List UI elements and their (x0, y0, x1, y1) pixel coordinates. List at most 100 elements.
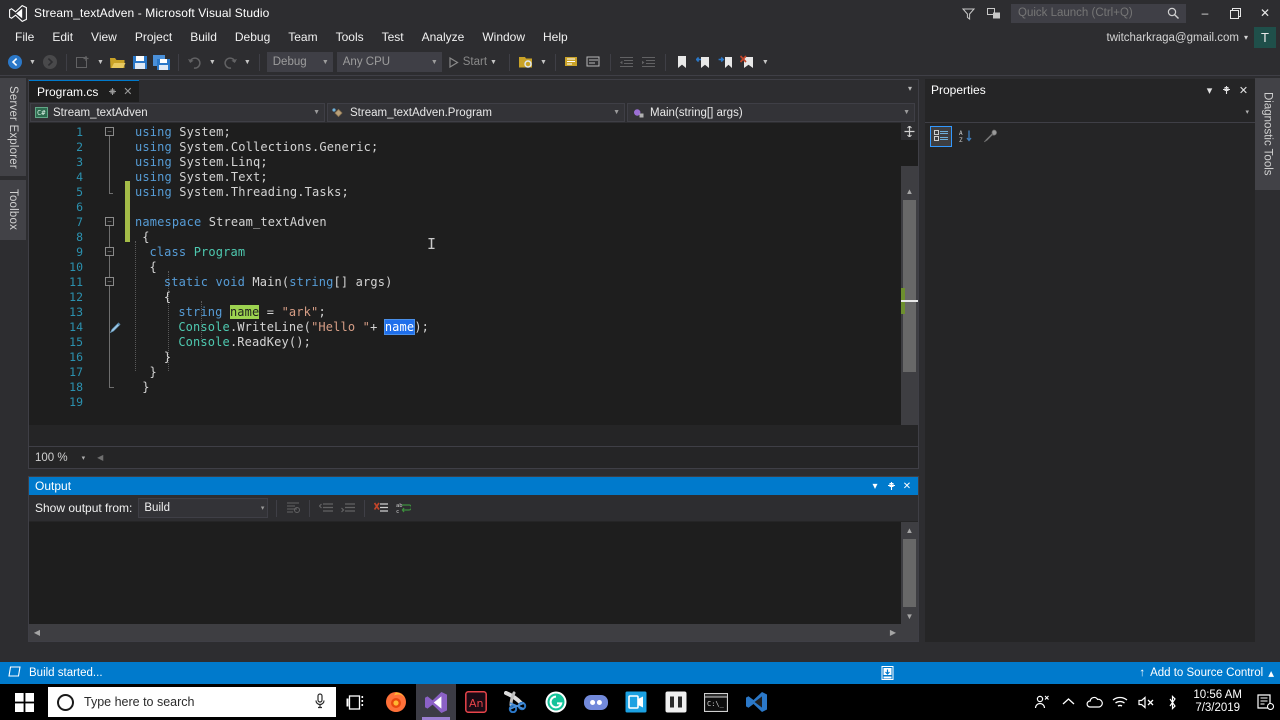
obs-studio-taskbar-icon[interactable] (616, 684, 656, 720)
zoom-level-dropdown[interactable]: 100 % ▾ (35, 452, 85, 464)
status-bar-right[interactable]: ↑ Add to Source Control ▴ (1139, 666, 1274, 680)
code-line[interactable]: static void Main(string[] args) (164, 275, 393, 290)
chevron-down-icon[interactable]: ▾ (867, 478, 883, 494)
pin-icon[interactable] (105, 84, 120, 100)
adobe-animate-taskbar-icon[interactable]: An (456, 684, 496, 720)
navigate-backward-icon[interactable] (4, 51, 26, 73)
code-line[interactable]: using System.Linq; (135, 155, 268, 170)
chevron-down-icon[interactable]: ▼ (613, 109, 620, 116)
notifications-icon[interactable] (981, 0, 1007, 26)
code-line[interactable]: string name = "ark"; (178, 305, 326, 320)
menu-help[interactable]: Help (534, 27, 577, 48)
menu-test[interactable]: Test (373, 27, 413, 48)
people-icon[interactable] (1029, 684, 1055, 720)
chevron-down-icon[interactable]: ▼ (313, 109, 320, 116)
property-pages-icon[interactable] (980, 126, 1002, 147)
snipping-tool-taskbar-icon[interactable] (496, 684, 536, 720)
output-scrollbar-thumb[interactable] (903, 539, 916, 607)
chevron-down-icon[interactable]: ▼ (431, 59, 438, 66)
output-horizontal-scrollbar[interactable]: ◀ ▶ (29, 624, 918, 641)
code-line[interactable]: using System.Text; (135, 170, 268, 185)
outdent-icon[interactable] (616, 51, 638, 73)
navigate-forward-icon[interactable] (39, 51, 61, 73)
output-scroll-right-arrow[interactable]: ▶ (885, 624, 901, 641)
chevron-down-icon[interactable]: ▾ (908, 84, 912, 93)
code-line[interactable]: { (149, 260, 156, 275)
code-line[interactable]: { (142, 230, 149, 245)
command-prompt-taskbar-icon[interactable]: C:\_ (696, 684, 736, 720)
menu-file[interactable]: File (6, 27, 43, 48)
new-project-caret[interactable]: ▼ (94, 59, 107, 66)
editor-vertical-scrollbar[interactable]: ▲ ▼ (901, 166, 918, 425)
account-area[interactable]: twitcharkraga@gmail.com ▾ T (1107, 26, 1280, 49)
chevron-down-icon[interactable]: ▾ (1244, 33, 1248, 42)
vscode-taskbar-icon[interactable] (736, 684, 776, 720)
chevron-down-icon[interactable]: ▼ (487, 59, 500, 66)
comment-selection-icon[interactable] (561, 51, 583, 73)
menu-build[interactable]: Build (181, 27, 226, 48)
new-project-icon[interactable] (72, 51, 94, 73)
outlining-collapse-method[interactable]: − (105, 277, 114, 286)
solution-configuration-dropdown[interactable]: Debug ▼ (266, 52, 333, 72)
go-to-next-message-icon[interactable] (337, 497, 359, 519)
outlining-collapse-namespace[interactable]: − (105, 217, 114, 226)
code-line[interactable]: } (142, 380, 149, 395)
clear-all-icon[interactable] (370, 497, 392, 519)
redo-caret[interactable]: ▼ (241, 59, 254, 66)
code-line[interactable]: } (149, 365, 156, 380)
quick-launch-box[interactable] (1011, 3, 1186, 23)
chevron-up-icon[interactable]: ▴ (1268, 666, 1274, 680)
menu-view[interactable]: View (82, 27, 126, 48)
menu-window[interactable]: Window (473, 27, 534, 48)
volume-muted-icon[interactable] (1133, 684, 1159, 720)
windows-start-icon[interactable] (0, 684, 48, 720)
task-view-icon[interactable] (336, 684, 376, 720)
navbar-project-dropdown[interactable]: C# Stream_textAdven ▼ (30, 103, 325, 122)
taskbar-clock[interactable]: 10:56 AM 7/3/2019 (1193, 689, 1242, 715)
code-line[interactable]: Console.WriteLine("Hello "+ name); (178, 319, 429, 335)
navbar-class-dropdown[interactable]: Stream_textAdven.Program ▼ (327, 103, 625, 122)
cortana-microphone-icon[interactable] (314, 692, 326, 712)
output-scroll-left-arrow[interactable]: ◀ (29, 624, 45, 641)
solution-platform-dropdown[interactable]: Any CPU ▼ (336, 52, 442, 72)
code-line[interactable]: } (164, 350, 171, 365)
quick-launch-input[interactable] (1012, 7, 1160, 19)
clear-bookmarks-icon[interactable] (737, 51, 759, 73)
find-caret[interactable]: ▼ (537, 59, 550, 66)
output-scroll-down-arrow[interactable]: ▼ (901, 608, 918, 624)
navbar-member-dropdown[interactable]: Main(string[] args) ▼ (627, 103, 915, 122)
code-line[interactable]: namespace Stream_textAdven (135, 215, 327, 230)
account-email[interactable]: twitcharkraga@gmail.com (1107, 32, 1239, 44)
open-file-icon[interactable] (107, 51, 129, 73)
visual-studio-taskbar-icon[interactable] (416, 684, 456, 720)
back-dropdown-caret[interactable]: ▼ (26, 59, 39, 66)
properties-object-dropdown[interactable]: ▾ (925, 101, 1255, 123)
close-icon[interactable]: ✕ (120, 84, 135, 100)
menu-analyze[interactable]: Analyze (413, 27, 474, 48)
redo-icon[interactable] (219, 51, 241, 73)
go-to-previous-message-icon[interactable] (315, 497, 337, 519)
code-line[interactable]: Console.ReadKey(); (178, 335, 311, 350)
save-all-icon[interactable] (151, 51, 173, 73)
menu-project[interactable]: Project (126, 27, 181, 48)
split-view-handle-icon[interactable] (901, 123, 918, 140)
feedback-funnel-icon[interactable] (955, 0, 981, 26)
toggle-bookmark-icon[interactable] (671, 51, 693, 73)
chevron-down-icon[interactable]: ▾ (82, 454, 86, 462)
chevron-down-icon[interactable]: ▾ (261, 504, 265, 512)
toggle-word-wrap-icon[interactable]: ab c (392, 497, 414, 519)
next-bookmark-icon[interactable] (715, 51, 737, 73)
start-debug-button[interactable]: Start ▼ (444, 56, 504, 68)
avatar[interactable]: T (1254, 27, 1276, 48)
code-line[interactable]: using System.Threading.Tasks; (135, 185, 349, 200)
alphabetical-sort-icon[interactable]: A Z (955, 126, 977, 147)
menu-edit[interactable]: Edit (43, 27, 82, 48)
action-center-icon[interactable] (1250, 684, 1280, 720)
horizontal-scroll-left-arrow[interactable]: ◀ (97, 453, 103, 462)
save-icon[interactable] (129, 51, 151, 73)
previous-bookmark-icon[interactable] (693, 51, 715, 73)
discord-taskbar-icon[interactable] (576, 684, 616, 720)
wifi-icon[interactable] (1107, 684, 1133, 720)
output-pane-body[interactable]: ▲ ▼ ◀ ▶ (29, 522, 918, 641)
search-icon[interactable] (1167, 7, 1180, 23)
